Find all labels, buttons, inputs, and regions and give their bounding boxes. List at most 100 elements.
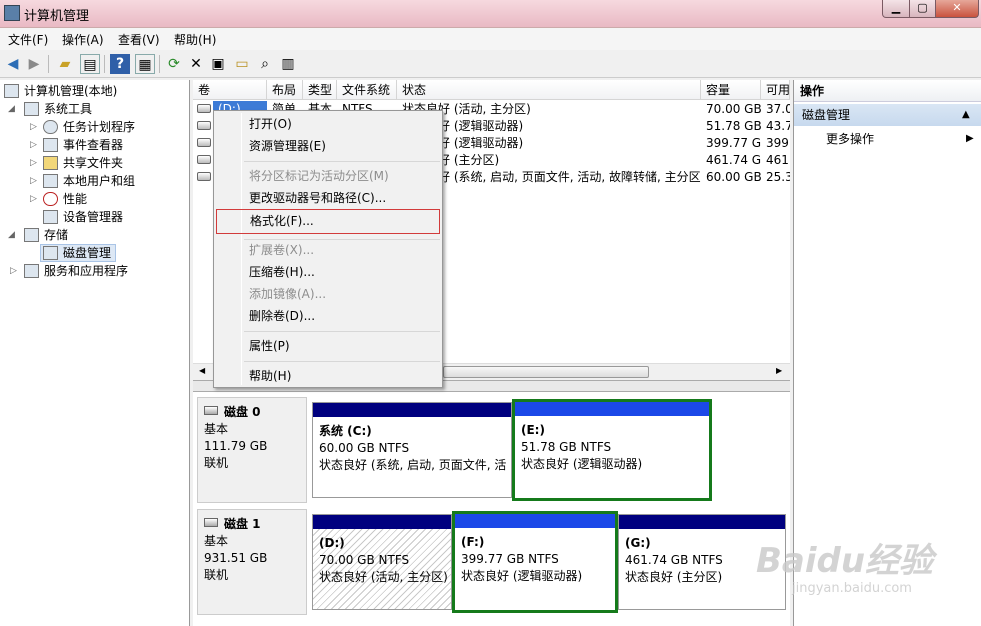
console-tree-icon[interactable]: ▤ (80, 54, 100, 74)
drive-icon (197, 104, 211, 113)
tree-item-event-viewer[interactable]: ▷ 事件查看器 (0, 136, 188, 154)
tree-item-computer-management[interactable]: 计算机管理(本地) (0, 82, 188, 100)
open-icon[interactable]: ▭ (232, 54, 252, 74)
baidu-watermark: Baidu经验 jingyan.baidu.com (752, 533, 977, 613)
menu-item-extend-volume: 扩展卷(X)... (249, 243, 315, 257)
menu-item-properties[interactable]: 属性(P) (216, 335, 440, 357)
more-actions-item[interactable]: 更多操作 ▶ (794, 129, 981, 149)
cell-capacity: 51.78 GB (706, 119, 761, 133)
tree-label: 磁盘管理 (63, 246, 112, 260)
submenu-arrow-icon: ▶ (966, 133, 974, 144)
search-icon[interactable]: ⌕ (255, 54, 275, 74)
expand-arrow-icon[interactable]: ▷ (30, 154, 37, 172)
cell-free: 399 (766, 136, 789, 150)
partition-detail: 51.78 GB NTFS (521, 440, 612, 454)
menu-view[interactable]: 查看(V) (118, 31, 160, 48)
disk-size: 931.51 GB (204, 551, 268, 565)
back-icon[interactable]: ◀ (3, 54, 23, 74)
tree-item-local-users[interactable]: ▷ 本地用户和组 (0, 172, 188, 190)
tree-item-system-tools[interactable]: ◢ 系统工具 (0, 100, 188, 118)
tree-label: 计算机管理(本地) (24, 84, 118, 98)
column-volume[interactable]: 卷 (193, 80, 267, 100)
menu-action[interactable]: 操作(A) (62, 31, 104, 48)
tree-item-services-apps[interactable]: ▷ 服务和应用程序 (0, 262, 188, 280)
tree-label: 共享文件夹 (63, 156, 124, 170)
tree-label: 存储 (44, 228, 69, 242)
scrollbar-thumb[interactable] (443, 366, 649, 378)
disk-management-icon (43, 246, 58, 260)
tree-label: 服务和应用程序 (44, 264, 129, 278)
collapse-arrow-icon[interactable]: ◢ (8, 100, 15, 118)
partition-bar (619, 515, 785, 529)
tree-item-performance[interactable]: ▷ 性能 (0, 190, 188, 208)
delete-icon[interactable]: ✕ (186, 54, 206, 74)
menu-help[interactable]: 帮助(H) (174, 31, 216, 48)
drive-icon (197, 121, 211, 130)
help-icon[interactable]: ? (110, 54, 130, 74)
expand-arrow-icon[interactable]: ▷ (30, 190, 37, 208)
column-capacity[interactable]: 容量 (701, 80, 761, 100)
menu-item-delete-volume[interactable]: 删除卷(D)... (216, 305, 440, 327)
toolbar-separator (104, 55, 105, 73)
close-button[interactable]: ✕ (935, 0, 979, 18)
disk-state: 联机 (204, 568, 229, 582)
actions-section-disk-management[interactable]: 磁盘管理 ▲ (794, 104, 981, 126)
cell-status: 好 (逻辑驱动器) (438, 136, 524, 150)
expand-arrow-icon[interactable]: ▷ (30, 136, 37, 154)
menu-file[interactable]: 文件(F) (8, 31, 48, 48)
partition-status: 状态良好 (逻辑驱动器) (521, 457, 643, 471)
tree-item-device-manager[interactable]: 设备管理器 (0, 208, 188, 226)
maximize-button[interactable]: ▢ (909, 0, 936, 18)
disk-0-info[interactable]: 磁盘 0 基本 111.79 GB 联机 (197, 397, 307, 503)
tree-item-shared-folders[interactable]: ▷ 共享文件夹 (0, 154, 188, 172)
scroll-left-icon[interactable]: ◀ (199, 366, 205, 375)
partition-f[interactable]: (F:) 399.77 GB NTFS 状态良好 (逻辑驱动器) (452, 511, 618, 613)
volume-list-header: 卷 布局 类型 文件系统 状态 容量 可用 (193, 80, 790, 100)
collapse-arrow-icon[interactable]: ◢ (8, 226, 15, 244)
cell-status: 好 (逻辑驱动器) (438, 119, 524, 133)
partition-e[interactable]: (E:) 51.78 GB NTFS 状态良好 (逻辑驱动器) (512, 399, 712, 501)
menu-separator (244, 331, 440, 332)
expand-arrow-icon[interactable]: ▷ (10, 262, 17, 280)
up-folder-icon[interactable]: ▰ (55, 54, 75, 74)
properties-pane-icon[interactable]: ▦ (135, 54, 155, 74)
partition-bar (455, 514, 615, 528)
scroll-right-icon[interactable]: ▶ (776, 366, 782, 375)
menu-item-shrink-volume[interactable]: 压缩卷(H)... (216, 261, 440, 283)
menu-item-explorer[interactable]: 资源管理器(E) (216, 135, 440, 157)
cell-capacity: 70.00 GB (706, 102, 761, 116)
column-type[interactable]: 类型 (303, 80, 337, 100)
partition-c[interactable]: 系统 (C:) 60.00 GB NTFS 状态良好 (系统, 启动, 页面文件… (312, 402, 512, 498)
menu-item-format[interactable]: 格式化(F)... (216, 209, 440, 234)
menu-item-help[interactable]: 帮助(H) (216, 365, 440, 387)
title-bar: 计算机管理 ▁ ▢ ✕ (0, 0, 981, 28)
disk-size: 111.79 GB (204, 439, 268, 453)
column-free[interactable]: 可用 (761, 80, 790, 100)
column-filesystem[interactable]: 文件系统 (337, 80, 397, 100)
event-viewer-icon (43, 138, 58, 152)
tree-item-disk-management[interactable]: 磁盘管理 (40, 244, 116, 262)
properties-icon[interactable]: ▣ (208, 54, 228, 74)
disk-1-info[interactable]: 磁盘 1 基本 931.51 GB 联机 (197, 509, 307, 615)
forward-icon[interactable]: ▶ (24, 54, 44, 74)
column-layout[interactable]: 布局 (267, 80, 303, 100)
column-status[interactable]: 状态 (397, 80, 701, 100)
refresh-icon[interactable]: ⟳ (164, 54, 184, 74)
tree-label: 设备管理器 (63, 210, 124, 224)
minimize-button[interactable]: ▁ (882, 0, 910, 18)
expand-arrow-icon[interactable]: ▷ (30, 172, 37, 190)
disk-type: 基本 (204, 534, 229, 548)
partition-d[interactable]: (D:) 70.00 GB NTFS 状态良好 (活动, 主分区) (312, 514, 452, 610)
disk-state: 联机 (204, 456, 229, 470)
expand-arrow-icon[interactable]: ▷ (30, 118, 37, 136)
tree-item-task-scheduler[interactable]: ▷ 任务计划程序 (0, 118, 188, 136)
partition-detail: 60.00 GB NTFS (319, 441, 410, 455)
disk-name: 磁盘 0 (224, 405, 261, 419)
menu-item-open[interactable]: 打开(O) (216, 113, 440, 135)
export-icon[interactable]: ▥ (278, 54, 298, 74)
menu-separator (244, 161, 440, 162)
collapse-up-icon[interactable]: ▲ (962, 104, 970, 126)
tree-label: 事件查看器 (63, 138, 124, 152)
menu-item-change-drive-letter[interactable]: 更改驱动器号和路径(C)... (216, 187, 440, 209)
tree-item-storage[interactable]: ◢ 存储 (0, 226, 188, 244)
